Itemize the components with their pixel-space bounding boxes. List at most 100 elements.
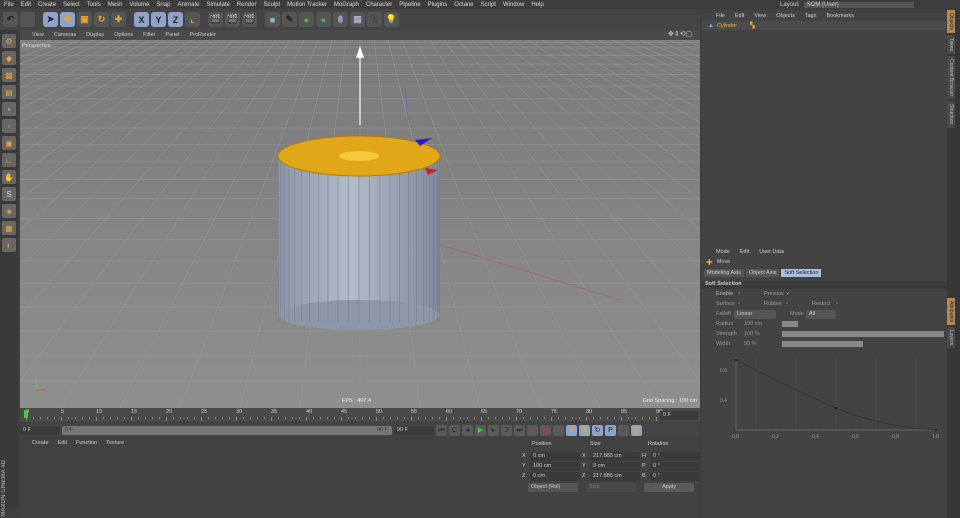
menu-simulate[interactable]: Simulate xyxy=(206,2,229,8)
x-axis-button[interactable]: X xyxy=(134,12,149,27)
previous-frame-button[interactable]: ◂ xyxy=(462,424,473,436)
timeline-ruler[interactable]: 051015202530354045505560657075808590 0 F xyxy=(20,408,700,422)
render-picture-viewer-button[interactable]: 🎬 xyxy=(225,12,240,27)
coordinate-system-button[interactable]: ⌞ xyxy=(185,12,200,27)
mode-dropdown[interactable]: All xyxy=(806,309,836,319)
redo-button[interactable] xyxy=(20,12,35,27)
menu-character[interactable]: Character xyxy=(366,2,392,8)
menu-edit[interactable]: Edit xyxy=(21,2,31,8)
size-field[interactable]: 0 cm xyxy=(590,461,640,471)
tab-object-axis[interactable]: Object Axis xyxy=(745,269,780,277)
apply-button[interactable]: Apply xyxy=(644,483,694,492)
viewport-menu-panel[interactable]: Panel xyxy=(165,32,179,38)
menu-motion-tracker[interactable]: Motion Tracker xyxy=(287,2,327,8)
rotation-field[interactable]: 0 ° xyxy=(650,451,700,461)
viewport-menu-options[interactable]: Options xyxy=(114,32,133,38)
record-button[interactable]: ● xyxy=(527,424,538,436)
objects-menu-file[interactable]: File xyxy=(716,13,725,21)
layout-dropdown[interactable]: SOM (User) xyxy=(803,1,914,8)
objects-menu-view[interactable]: View xyxy=(754,13,766,21)
timeline-button[interactable]: ▥ xyxy=(631,424,642,436)
layout-selector[interactable]: Layout: SOM (User) xyxy=(780,0,914,9)
object-row[interactable]: ▲ Cylinder ▚ xyxy=(702,21,946,30)
rubber-checkbox[interactable]: ▫ xyxy=(786,301,812,307)
polygons-mode-icon[interactable]: ▣ xyxy=(2,136,16,150)
edges-mode-icon[interactable]: ▫ xyxy=(2,119,16,133)
z-axis-button[interactable]: Z xyxy=(168,12,183,27)
key-scale-button[interactable]: ▣ xyxy=(579,424,590,436)
go-to-end-button[interactable]: ⏭ xyxy=(514,424,525,436)
falloff-dropdown[interactable]: Linear xyxy=(734,309,776,319)
rotation-field[interactable]: 0 ° xyxy=(650,471,700,481)
size-field[interactable]: 217.885 cm xyxy=(590,471,640,481)
side-tab-takes[interactable]: Takes xyxy=(947,34,955,55)
render-settings-button[interactable]: 🎬 xyxy=(242,12,257,27)
tweak-icon[interactable]: ✋ xyxy=(2,170,16,184)
viewport-menu-prorender[interactable]: ProRender xyxy=(189,32,216,38)
array-icon[interactable]: ● xyxy=(316,12,331,27)
deformer-icon[interactable]: ⬮ xyxy=(333,12,348,27)
menu-plugins[interactable]: Plugins xyxy=(428,2,448,8)
menu-mograph[interactable]: MoGraph xyxy=(334,2,359,8)
select-tool-button[interactable]: ➤ xyxy=(43,12,58,27)
size-field[interactable]: 217.885 cm xyxy=(590,451,640,461)
viewport[interactable]: Perspective FPS : 407.4 Grid Spacing : 1… xyxy=(20,40,700,408)
menu-mesh[interactable]: Mesh xyxy=(108,2,123,8)
position-field[interactable]: 100 cm xyxy=(530,461,580,471)
move-tool-button[interactable]: ✥ xyxy=(60,12,75,27)
subdivision-icon[interactable]: ● xyxy=(299,12,314,27)
side-tab-content-browser[interactable]: Content Browser xyxy=(947,56,955,100)
side-tab-objects[interactable]: Objects xyxy=(947,10,955,33)
width-field[interactable]: 50 % xyxy=(744,341,782,347)
frame-range-slider[interactable]: 0 F 90 F xyxy=(62,425,392,435)
material-menu-create[interactable]: Create xyxy=(32,440,49,446)
width-slider[interactable] xyxy=(782,341,863,347)
side-tab-attributes[interactable]: Attributes xyxy=(947,297,955,325)
next-frame-button[interactable]: ▸ xyxy=(488,424,499,436)
model-mode-icon[interactable]: ◆ xyxy=(2,51,16,65)
objects-menu-tags[interactable]: Tags xyxy=(805,13,817,21)
key-pla-button[interactable]: ⁘ xyxy=(618,424,629,436)
render-view-button[interactable]: 🎬 xyxy=(208,12,223,27)
make-editable-icon[interactable]: ⚙ xyxy=(2,34,16,48)
object-name[interactable]: Cylinder xyxy=(717,23,737,29)
viewport-menu-filter[interactable]: Filter xyxy=(143,32,155,38)
size-mode-dropdown[interactable]: Size xyxy=(586,483,636,492)
snap-icon[interactable]: S xyxy=(2,187,16,201)
go-to-start-button[interactable]: ⏮ xyxy=(436,424,447,436)
rotate-tool-button[interactable]: ↻ xyxy=(94,12,109,27)
falloff-graph[interactable]: 0.0 0.2 0.4 0.6 0.8 1.0 0.8 0.4 xyxy=(716,350,946,440)
cube-icon[interactable]: ■ xyxy=(265,12,280,27)
key-parameter-button[interactable]: P xyxy=(605,424,616,436)
enable-checkbox[interactable]: ▫ xyxy=(738,291,764,297)
end-frame-field[interactable]: 90 F xyxy=(394,425,434,435)
material-menu-function[interactable]: Function xyxy=(76,440,97,446)
menu-volume[interactable]: Volume xyxy=(129,2,149,8)
next-key-button[interactable]: Ↄ xyxy=(501,424,512,436)
key-position-button[interactable]: ✥ xyxy=(566,424,577,436)
coordinate-mode-dropdown[interactable]: Object (Rel) xyxy=(528,483,578,492)
tab-soft-selection[interactable]: Soft Selection xyxy=(781,269,822,277)
side-tab-layers[interactable]: Layers xyxy=(947,326,955,348)
viewport-menu-display[interactable]: Display xyxy=(86,32,104,38)
grid-icon[interactable]: ▦ xyxy=(2,221,16,235)
position-field[interactable]: 0 cm xyxy=(530,471,580,481)
texture-mode-icon[interactable]: ▩ xyxy=(2,68,16,82)
lock-workplane-icon[interactable]: ◈ xyxy=(2,204,16,218)
keyframe-selection-button[interactable]: ? xyxy=(553,424,564,436)
previous-key-button[interactable]: C xyxy=(449,424,460,436)
menu-snap[interactable]: Snap xyxy=(156,2,170,8)
undo-button[interactable]: ↶ xyxy=(3,12,18,27)
transform-tool-button[interactable]: ✚ xyxy=(111,12,126,27)
radius-field[interactable]: 100 cm xyxy=(744,321,782,327)
position-field[interactable]: 0 cm xyxy=(530,451,580,461)
menu-render[interactable]: Render xyxy=(237,2,257,8)
restrict-checkbox[interactable]: ▫ xyxy=(836,301,838,307)
material-menu-texture[interactable]: Texture xyxy=(106,440,124,446)
viewport-menu-cameras[interactable]: Cameras xyxy=(54,32,76,38)
menu-help[interactable]: Help xyxy=(531,2,543,8)
attributes-menu-edit[interactable]: Edit xyxy=(740,249,749,257)
menu-window[interactable]: Window xyxy=(503,2,524,8)
menu-sculpt[interactable]: Sculpt xyxy=(263,2,280,8)
attributes-menu-mode[interactable]: Mode xyxy=(716,249,730,257)
